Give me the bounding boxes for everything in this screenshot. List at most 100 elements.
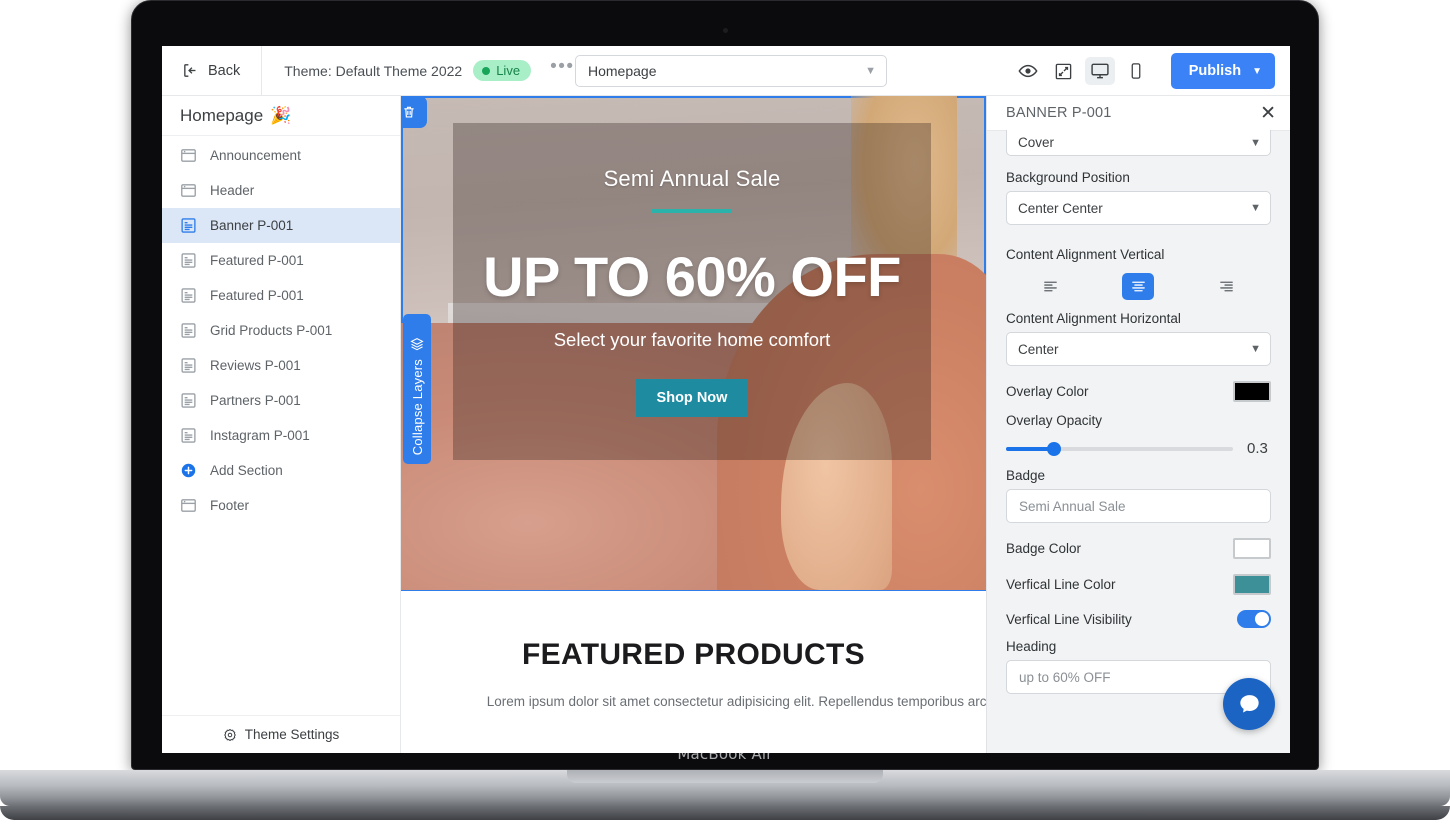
sidebar-item-featured-p-001-a[interactable]: Featured P-001	[162, 243, 400, 278]
background-size-value: Cover	[1018, 135, 1055, 150]
vertical-line-color-label: Verfical Line Color	[1006, 577, 1116, 592]
panel-title: BANNER P-001	[1006, 105, 1112, 121]
preview-canvas: Collapse Layers Semi Annual Sale UP TO 6…	[401, 96, 986, 753]
sidebar-item-partners-p-001[interactable]: Partners P-001	[162, 383, 400, 418]
sidebar-item-featured-p-001-b[interactable]: Featured P-001	[162, 278, 400, 313]
sidebar-item-footer[interactable]: Footer	[162, 488, 400, 523]
vertical-line-color-row: Verfical Line Color	[1006, 574, 1271, 595]
close-icon[interactable]: ✕	[1260, 104, 1276, 123]
editor-toolbar: Back Theme: Default Theme 2022 Live ••• …	[162, 46, 1290, 96]
editor-body: Homepage 🎉 Announcement Header Banner P-…	[162, 96, 1290, 753]
badge-color-swatch[interactable]	[1233, 538, 1271, 559]
back-label: Back	[208, 62, 241, 79]
page-title-text: Homepage	[180, 105, 264, 125]
gear-icon	[223, 728, 236, 741]
theme-editor-app: Back Theme: Default Theme 2022 Live ••• …	[162, 46, 1290, 753]
sidebar-item-label: Banner P-001	[210, 218, 294, 233]
sidebar-item-label: Grid Products P-001	[210, 323, 333, 338]
theme-settings-button[interactable]: Theme Settings	[162, 715, 400, 753]
content-alignment-horizontal-select[interactable]: Center ▼	[1006, 332, 1271, 366]
page-select[interactable]: Homepage ▼	[575, 55, 887, 87]
panel-header: BANNER P-001 ✕	[987, 96, 1290, 131]
section-settings-panel: BANNER P-001 ✕ Cover ▼ Background Positi…	[986, 96, 1290, 753]
section-icon	[180, 287, 197, 304]
vertical-line-color-swatch[interactable]	[1233, 574, 1271, 595]
theme-info: Theme: Default Theme 2022 Live •••	[262, 57, 578, 81]
desktop-icon[interactable]	[1084, 57, 1115, 85]
sidebar-item-label: Announcement	[210, 148, 301, 163]
sections-sidebar: Homepage 🎉 Announcement Header Banner P-…	[162, 96, 401, 753]
featured-title: FEATURED PRODUCTS	[522, 638, 865, 671]
banner-subheading: Select your favorite home comfort	[553, 329, 831, 350]
overlay-opacity-slider[interactable]	[1006, 441, 1233, 456]
window-icon	[180, 497, 197, 514]
chevron-down-icon: ▼	[1250, 343, 1261, 355]
sidebar-item-header[interactable]: Header	[162, 173, 400, 208]
align-top-button[interactable]	[1034, 273, 1066, 300]
eye-icon[interactable]	[1013, 57, 1043, 85]
chevron-down-icon: ▼	[1252, 65, 1262, 77]
sidebar-item-label: Featured P-001	[210, 288, 304, 303]
sidebar-item-label: Instagram P-001	[210, 428, 310, 443]
theme-settings-label: Theme Settings	[244, 727, 340, 742]
delete-section-button[interactable]	[401, 96, 427, 128]
sidebar-item-reviews-p-001[interactable]: Reviews P-001	[162, 348, 400, 383]
back-button[interactable]: Back	[162, 46, 263, 96]
page-select-value: Homepage	[588, 63, 657, 79]
window-icon	[180, 182, 197, 199]
banner-heading: UP TO 60% OFF	[483, 245, 901, 308]
section-icon	[180, 392, 197, 409]
content-alignment-horizontal-label: Content Alignment Horizontal	[1006, 311, 1181, 326]
chat-widget-button[interactable]	[1223, 678, 1275, 730]
sidebar-item-label: Featured P-001	[210, 253, 304, 268]
publish-button[interactable]: Publish ▼	[1170, 53, 1275, 89]
background-size-select[interactable]: Cover ▼	[1006, 130, 1271, 156]
sidebar-item-instagram-p-001[interactable]: Instagram P-001	[162, 418, 400, 453]
toolbar-actions: Publish ▼	[1013, 46, 1275, 96]
slider-handle[interactable]	[1046, 441, 1061, 456]
sidebar-item-banner-p-001[interactable]: Banner P-001	[162, 208, 400, 243]
badge-color-label: Badge Color	[1006, 541, 1082, 556]
vertical-line-visibility-label: Verfical Line Visibility	[1006, 611, 1132, 627]
content-alignment-horizontal-value: Center	[1018, 341, 1059, 357]
heading-input-value: up to 60% OFF	[1019, 669, 1111, 685]
sidebar-item-grid-products-p-001[interactable]: Grid Products P-001	[162, 313, 400, 348]
banner-content-overlay: Semi Annual Sale UP TO 60% OFF Select yo…	[453, 123, 931, 460]
more-options-button[interactable]: •••	[542, 57, 578, 80]
overlay-color-label: Overlay Color	[1006, 384, 1089, 399]
collapse-layers-button[interactable]: Collapse Layers	[403, 314, 431, 464]
sidebar-item-add-section[interactable]: Add Section	[162, 453, 400, 488]
featured-products-section[interactable]: FEATURED PRODUCTS Lorem ipsum dolor sit …	[401, 590, 986, 712]
background-position-select[interactable]: Center Center ▼	[1006, 191, 1271, 225]
badge-input-value: Semi Annual Sale	[1019, 498, 1126, 514]
expand-icon[interactable]	[1049, 57, 1079, 85]
shop-now-button[interactable]: Shop Now	[635, 379, 749, 417]
screenshot-stage: MacBook Air Back Theme: Default Theme 20…	[0, 0, 1450, 833]
overlay-opacity-value: 0.3	[1247, 440, 1268, 457]
section-icon	[180, 322, 197, 339]
sidebar-item-label: Footer	[210, 498, 250, 513]
align-bottom-button[interactable]	[1211, 273, 1243, 300]
publish-label: Publish	[1188, 63, 1242, 79]
plus-circle-icon	[180, 462, 197, 479]
section-icon	[180, 217, 197, 234]
badge-input[interactable]: Semi Annual Sale	[1006, 489, 1271, 523]
chat-bubble-icon	[1239, 694, 1259, 713]
vertical-line-visibility-toggle[interactable]	[1237, 610, 1271, 628]
sidebar-item-label: Reviews P-001	[210, 358, 301, 373]
section-icon	[180, 427, 197, 444]
banner-section[interactable]: Semi Annual Sale UP TO 60% OFF Select yo…	[401, 96, 986, 591]
chevron-down-icon: ▼	[1250, 202, 1261, 214]
sidebar-item-label: Add Section	[210, 463, 283, 478]
mobile-icon[interactable]	[1121, 57, 1151, 85]
align-middle-button[interactable]	[1122, 273, 1155, 300]
chevron-down-icon: ▼	[865, 65, 876, 77]
page-title: Homepage 🎉	[162, 96, 400, 136]
chevron-down-icon: ▼	[1250, 136, 1261, 149]
content-alignment-vertical-group	[1006, 273, 1271, 300]
theme-name-label: Theme: Default Theme 2022	[284, 62, 463, 79]
sidebar-item-announcement[interactable]: Announcement	[162, 138, 400, 173]
panel-fields: Cover ▼ Background Position Center Cente…	[987, 130, 1290, 694]
overlay-color-swatch[interactable]	[1233, 381, 1271, 402]
heading-label: Heading	[1006, 639, 1057, 654]
